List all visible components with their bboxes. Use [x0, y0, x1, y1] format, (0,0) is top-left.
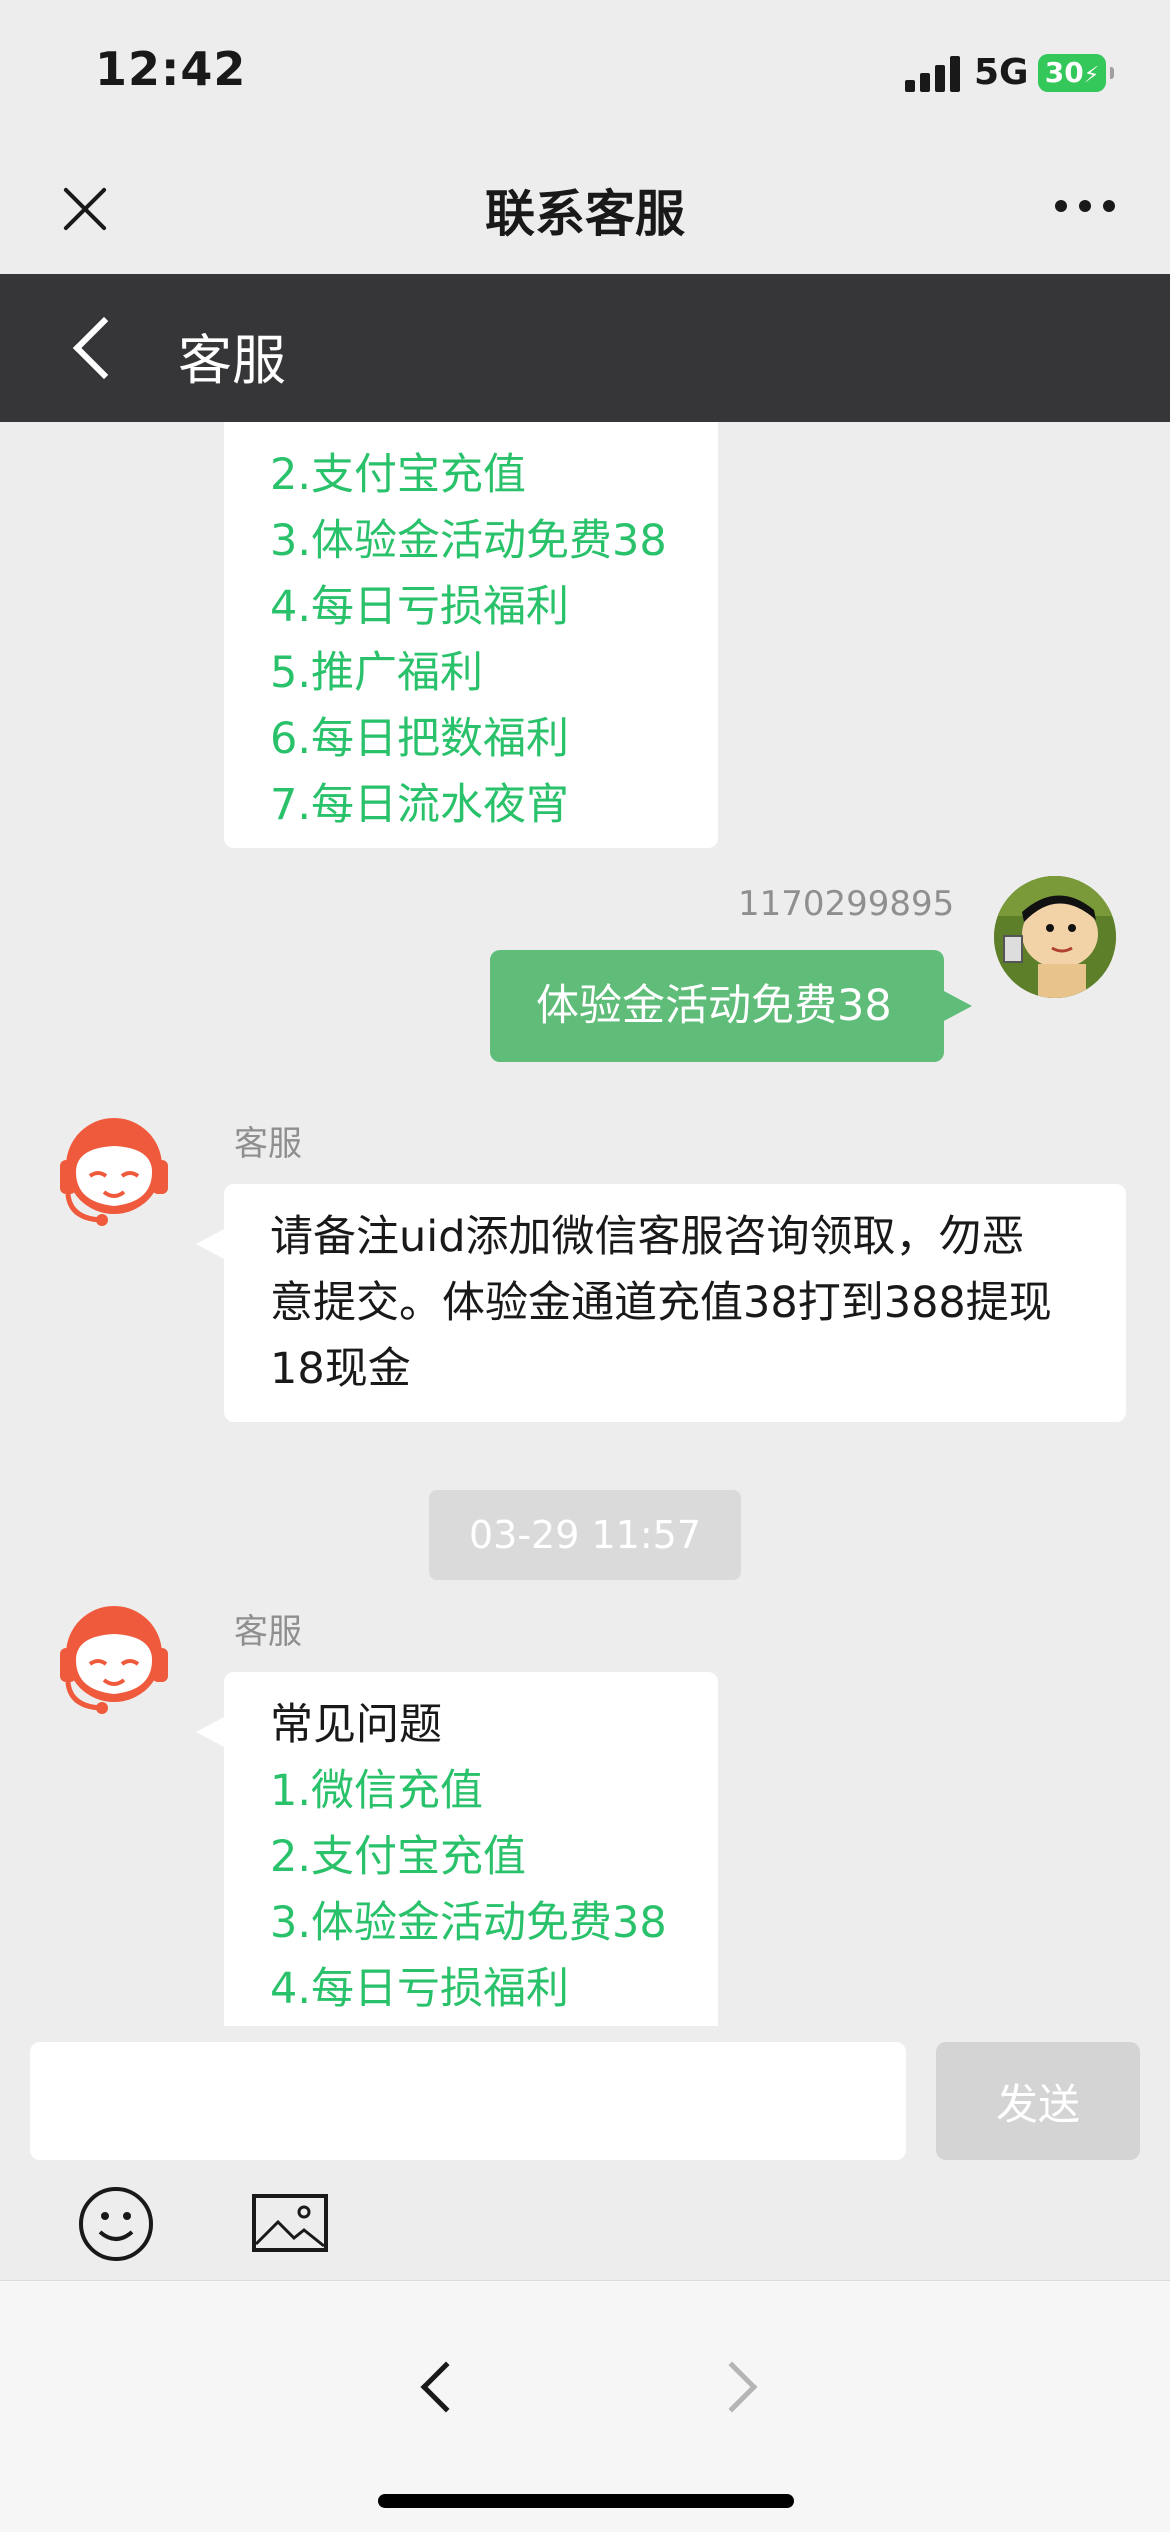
chat-header: 客服: [0, 274, 1170, 422]
more-icon[interactable]: [1055, 200, 1115, 214]
status-time: 12:42: [95, 42, 247, 96]
nav-back-icon[interactable]: [420, 2361, 472, 2413]
menu-bubble-bottom: 常见问题 1.微信充值 2.支付宝充值 3.体验金活动免费38 4.每日亏损福利: [196, 1672, 718, 2026]
nav-forward-icon[interactable]: [706, 2361, 758, 2413]
chat-area[interactable]: 2.支付宝充值 3.体验金活动免费38 4.每日亏损福利 5.推广福利 6.每日…: [0, 422, 1170, 2026]
network-label: 5G: [974, 52, 1029, 93]
page-title: 联系客服: [485, 185, 685, 243]
image-icon[interactable]: [252, 2194, 328, 2252]
menu-link[interactable]: 5.推广福利: [270, 640, 672, 706]
menu-link[interactable]: 4.每日亏损福利: [270, 1956, 672, 2022]
message-timestamp: 03-29 11:57: [429, 1490, 741, 1580]
user-sender-name: 1170299895: [738, 884, 955, 924]
agent-reply-line: 18现金: [270, 1344, 411, 1394]
agent-reply-line: 请备注uid添加微信客服咨询领取，勿恶: [270, 1212, 1025, 1262]
menu-link[interactable]: 6.每日把数福利: [270, 706, 672, 772]
signal-icon: [905, 56, 961, 92]
battery-level: 30: [1044, 56, 1084, 89]
send-button[interactable]: 发送: [936, 2042, 1140, 2160]
menu-link[interactable]: 1.微信充值: [270, 1758, 672, 1824]
menu-bubble-top: 2.支付宝充值 3.体验金活动免费38 4.每日亏损福利 5.推广福利 6.每日…: [224, 422, 718, 848]
menu-link[interactable]: 7.每日流水夜宵: [270, 772, 672, 838]
menu-heading: 常见问题: [270, 1700, 442, 1750]
emoji-icon[interactable]: [78, 2186, 154, 2262]
agent-avatar[interactable]: [54, 1598, 174, 1718]
agent-sender-name: 客服: [234, 1612, 302, 1652]
menu-link[interactable]: 3.体验金活动免费38: [270, 508, 672, 574]
user-message-bubble: 体验金活动免费38: [490, 950, 972, 1062]
back-icon[interactable]: [72, 316, 136, 380]
status-bar: 12:42 5G 30⚡: [0, 0, 1170, 140]
menu-link[interactable]: 3.体验金活动免费38: [270, 1890, 672, 1956]
battery-icon: 30⚡: [1038, 54, 1114, 92]
chat-header-title: 客服: [178, 329, 286, 392]
message-input[interactable]: [30, 2042, 906, 2160]
agent-reply-bubble: 请备注uid添加微信客服咨询领取，勿恶 意提交。体验金通道充值38打到388提现…: [196, 1184, 1126, 1422]
menu-link[interactable]: 2.支付宝充值: [270, 442, 672, 508]
agent-reply-line: 意提交。体验金通道充值38打到388提现: [270, 1278, 1052, 1328]
home-indicator[interactable]: [378, 2494, 794, 2508]
agent-sender-name: 客服: [234, 1124, 302, 1164]
user-avatar[interactable]: [994, 876, 1116, 998]
input-area: 发送: [0, 2026, 1170, 2280]
menu-link[interactable]: 4.每日亏损福利: [270, 574, 672, 640]
user-message-text: 体验金活动免费38: [536, 981, 892, 1031]
agent-avatar[interactable]: [54, 1110, 174, 1230]
menu-link[interactable]: 2.支付宝充值: [270, 1824, 672, 1890]
title-bar: 联系客服: [0, 140, 1170, 274]
